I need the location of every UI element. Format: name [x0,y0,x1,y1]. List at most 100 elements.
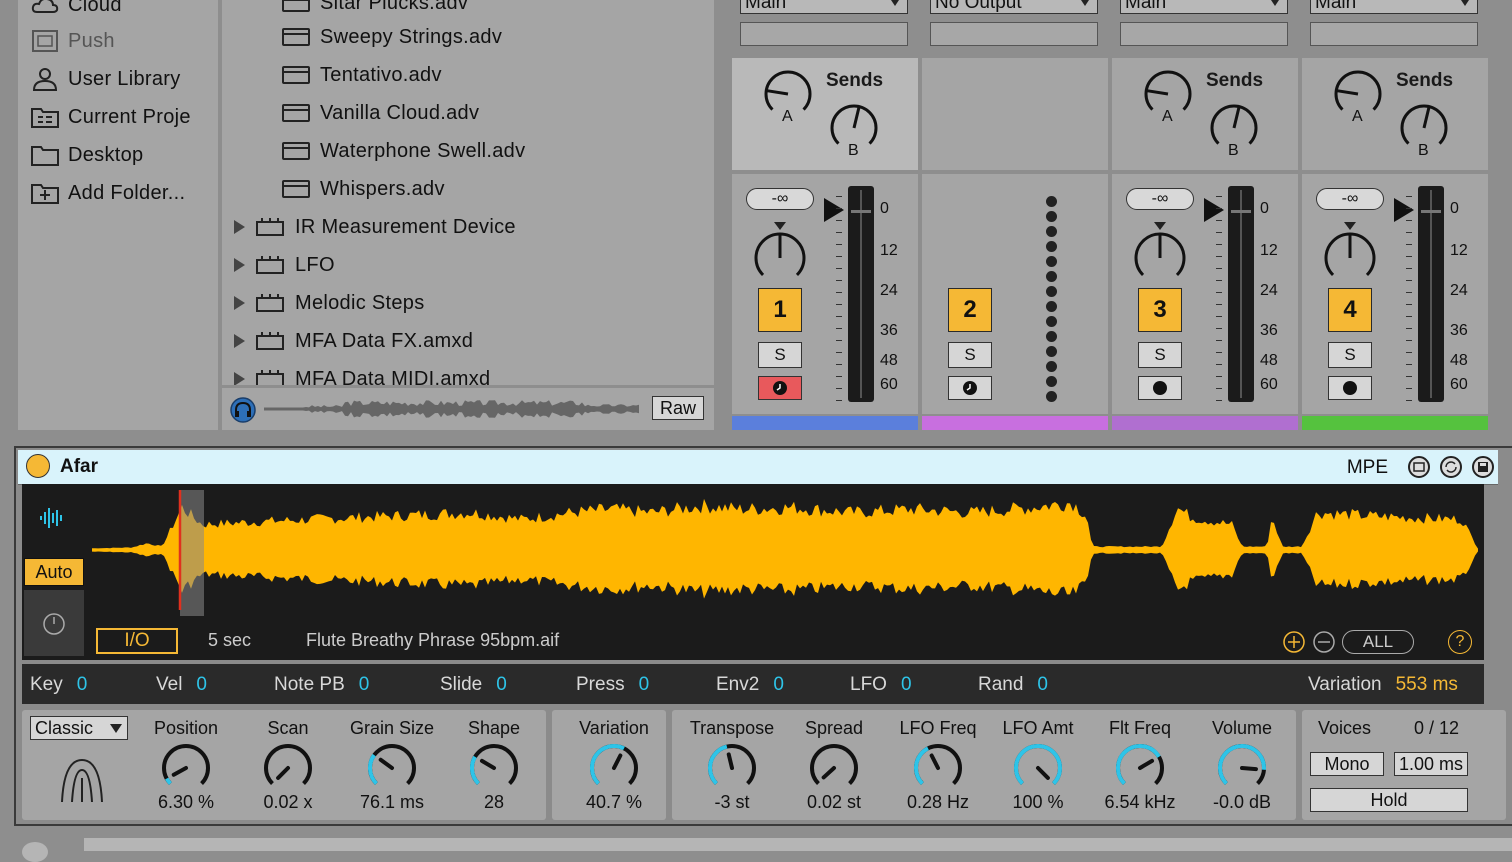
expand-triangle-icon[interactable] [234,372,245,385]
output-select[interactable]: Main [740,0,908,14]
mpe-label[interactable]: MPE [1347,457,1388,479]
track-color-bar[interactable] [922,416,1108,430]
volume-display[interactable]: -∞ [746,188,814,210]
knob-variation[interactable]: Variation 40.7 % [562,710,666,820]
zoom-all-button[interactable]: ALL [1342,630,1414,654]
grain-position-region[interactable] [180,490,204,616]
knob-lfo-freq[interactable]: LFO Freq 0.28 Hz [886,710,990,820]
variation-value[interactable]: 553 ms [1396,674,1458,695]
bottom-handle[interactable] [22,842,48,862]
arm-button[interactable] [1138,376,1182,400]
expand-triangle-icon[interactable] [234,258,245,272]
mod-vel[interactable]: Vel 0 [156,674,207,696]
auto-button[interactable]: Auto [24,558,84,586]
output-channel-box[interactable] [1310,22,1478,46]
mono-button[interactable]: Mono [1310,752,1384,776]
sample-waveform[interactable] [92,490,1478,624]
mod-value[interactable]: 0 [77,674,88,695]
list-item-device[interactable]: IR Measurement Device [234,212,516,242]
place-desktop[interactable]: Desktop [30,140,143,170]
knob-grain-size[interactable]: Grain Size 76.1 ms [340,710,444,820]
knob-dial[interactable] [1114,742,1166,794]
track-activator-button[interactable]: 3 [1138,288,1182,332]
io-button[interactable]: I/O [96,628,178,654]
zoom-in-icon[interactable] [1282,630,1306,654]
waveform-icon[interactable] [38,506,66,530]
expand-triangle-icon[interactable] [234,220,245,234]
knob-dial[interactable] [366,742,418,794]
list-item[interactable]: Sitar Plucks.adv [282,0,468,18]
volume-display[interactable]: -∞ [1316,188,1384,210]
list-item[interactable]: Tentativo.adv [282,60,442,90]
knob-dial[interactable] [468,742,520,794]
mod-value[interactable]: 0 [1037,674,1048,695]
knob-flt-freq[interactable]: Flt Freq 6.54 kHz [1088,710,1192,820]
output-select[interactable]: Main [1310,0,1478,14]
place-user-library[interactable]: User Library [30,64,181,94]
track-color-bar[interactable] [732,416,918,430]
list-item[interactable]: Whispers.adv [282,174,445,204]
mod-env2[interactable]: Env2 0 [716,674,784,696]
arm-button[interactable] [1328,376,1372,400]
bottom-scroll-strip[interactable] [84,838,1512,851]
solo-button[interactable]: S [1328,342,1372,368]
hold-button[interactable]: Hold [1310,788,1468,812]
knob-dial[interactable] [912,742,964,794]
track-activator-button[interactable]: 4 [1328,288,1372,332]
mode-select[interactable]: Classic [30,716,128,740]
list-item-device[interactable]: LFO [234,250,335,280]
expand-triangle-icon[interactable] [234,334,245,348]
help-icon[interactable]: ? [1448,630,1472,654]
mod-slide[interactable]: Slide 0 [440,674,507,696]
save-preset-icon[interactable] [1472,456,1494,478]
mod-value[interactable]: 0 [196,674,207,695]
solo-button[interactable]: S [948,342,992,368]
mod-variation[interactable]: Variation 553 ms [1308,674,1458,696]
mod-value[interactable]: 0 [901,674,912,695]
level-meter[interactable] [848,186,874,402]
knob-dial[interactable] [1012,742,1064,794]
zoom-out-icon[interactable] [1312,630,1336,654]
clock-icon[interactable] [42,612,66,636]
track-activator-button[interactable]: 1 [758,288,802,332]
pan-knob[interactable] [752,230,808,286]
list-item-device[interactable]: Melodic Steps [234,288,425,318]
list-item[interactable]: Vanilla Cloud.adv [282,98,479,128]
knob-dial[interactable] [588,742,640,794]
knob-dial[interactable] [706,742,758,794]
place-current-project[interactable]: Current Proje [30,102,191,132]
solo-button[interactable]: S [758,342,802,368]
knob-lfo-amt[interactable]: LFO Amt 100 % [986,710,1090,820]
mod-rand[interactable]: Rand 0 [978,674,1048,696]
list-item[interactable]: Sweepy Strings.adv [282,22,502,52]
glide-time[interactable]: 1.00 ms [1394,752,1468,776]
knob-dial[interactable] [808,742,860,794]
track-activator-button[interactable]: 2 [948,288,992,332]
mod-note-pb[interactable]: Note PB 0 [274,674,369,696]
place-push[interactable]: Push [30,26,115,56]
knob-shape[interactable]: Shape 28 [442,710,546,820]
fader-arrow-icon[interactable] [824,198,844,222]
mod-lfo[interactable]: LFO 0 [850,674,912,696]
list-item[interactable]: Waterphone Swell.adv [282,136,525,166]
fader-arrow-icon[interactable] [1204,198,1224,222]
expand-triangle-icon[interactable] [234,296,245,310]
hot-swap-icon[interactable] [1440,456,1462,478]
mod-value[interactable]: 0 [639,674,650,695]
output-channel-box[interactable] [930,22,1098,46]
arm-button[interactable] [758,376,802,400]
waveform-display[interactable]: Auto I/O 5 sec Flute Breathy Phrase 95bp… [22,484,1484,660]
solo-button[interactable]: S [1138,342,1182,368]
track-color-bar[interactable] [1302,416,1488,430]
preview-waveform[interactable] [264,396,644,422]
place-cloud[interactable]: Cloud [30,0,122,20]
level-meter[interactable] [1228,186,1254,402]
place-add-folder[interactable]: Add Folder... [30,178,185,208]
mod-value[interactable]: 0 [359,674,370,695]
output-channel-box[interactable] [1120,22,1288,46]
knob-dial[interactable] [160,742,212,794]
knob-position[interactable]: Position 6.30 % [134,710,238,820]
headphones-icon[interactable] [230,397,256,423]
device-view-icon[interactable] [1408,456,1430,478]
mod-value[interactable]: 0 [773,674,784,695]
